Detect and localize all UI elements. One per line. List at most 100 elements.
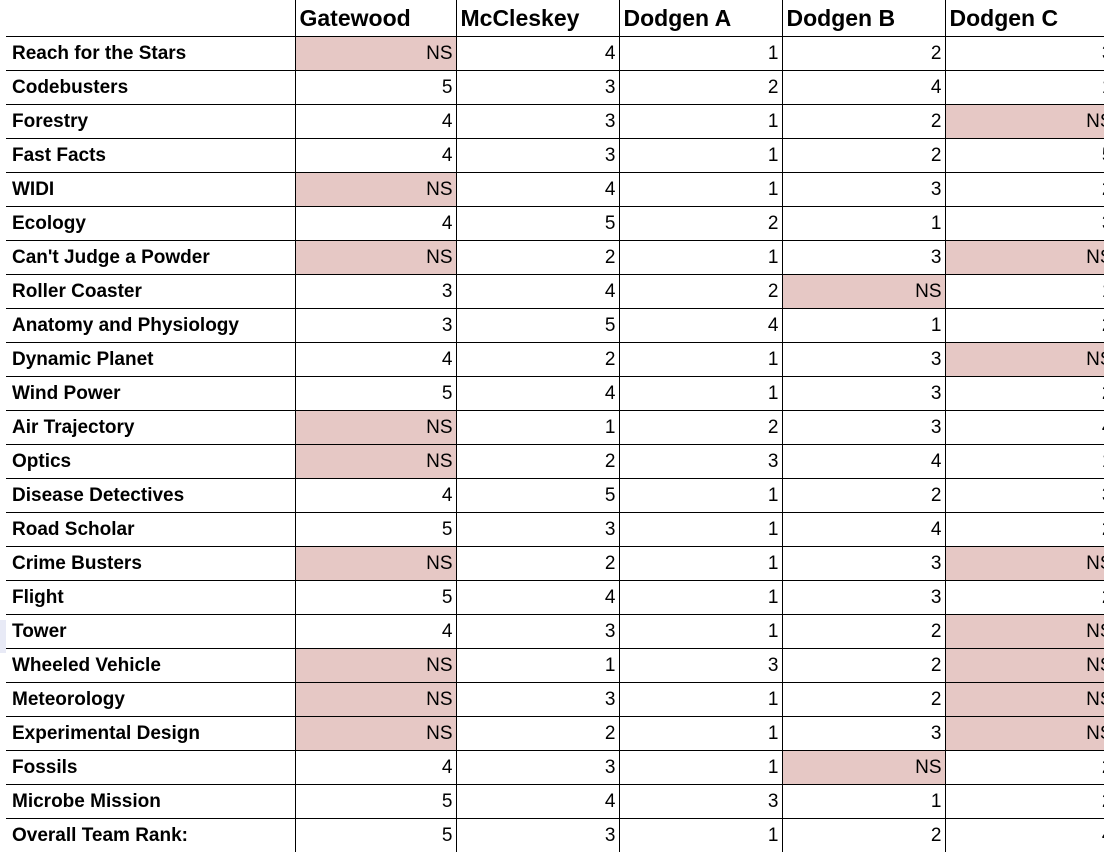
no-show-cell[interactable]: NS [294,546,457,581]
rank-cell[interactable]: 1 [618,342,783,377]
rank-cell[interactable]: 5 [294,376,457,411]
rank-cell[interactable]: 4 [455,784,620,819]
rank-cell[interactable]: 2 [944,308,1104,343]
event-name-cell[interactable]: Roller Coaster [6,274,296,309]
rank-cell[interactable]: 4 [294,478,457,513]
column-header[interactable]: Dodgen B [782,0,946,37]
rank-cell[interactable]: 4 [294,750,457,785]
rank-cell[interactable]: 3 [294,274,457,309]
rank-cell[interactable]: 5 [294,512,457,547]
rank-cell[interactable]: 3 [455,512,620,547]
rank-cell[interactable]: 4 [618,308,783,343]
no-show-cell[interactable]: NS [944,104,1104,139]
event-name-cell[interactable]: Codebusters [6,70,296,105]
rank-cell[interactable]: 2 [944,580,1104,615]
rank-cell[interactable]: 1 [618,138,783,173]
rank-cell[interactable]: 4 [455,274,620,309]
event-name-cell[interactable]: Crime Busters [6,546,296,581]
event-name-cell[interactable]: Road Scholar [6,512,296,547]
event-name-cell[interactable]: Microbe Mission [6,784,296,819]
event-name-cell[interactable]: Overall Team Rank: [6,818,296,852]
rank-cell[interactable]: 2 [455,444,620,479]
rank-cell[interactable]: 5 [294,784,457,819]
event-name-cell[interactable]: Ecology [6,206,296,241]
column-header[interactable]: Dodgen C [945,0,1104,37]
rank-cell[interactable]: 5 [455,308,620,343]
event-name-cell[interactable]: Air Trajectory [6,410,296,445]
rank-cell[interactable]: 2 [618,206,783,241]
rank-cell[interactable]: 1 [944,274,1104,309]
rank-cell[interactable]: 3 [618,648,783,683]
rank-cell[interactable]: 2 [944,172,1104,207]
rank-cell[interactable]: 1 [618,240,783,275]
rank-cell[interactable]: 2 [944,784,1104,819]
rank-cell[interactable]: 1 [618,376,783,411]
no-show-cell[interactable]: NS [294,716,457,751]
no-show-cell[interactable]: NS [294,172,457,207]
rank-cell[interactable]: 4 [781,444,946,479]
rank-cell[interactable]: 3 [455,70,620,105]
rank-cell[interactable]: 2 [781,818,946,852]
rank-cell[interactable]: 1 [618,546,783,581]
rank-cell[interactable]: 3 [944,36,1104,71]
rank-cell[interactable]: 5 [294,580,457,615]
rank-cell[interactable]: 5 [294,70,457,105]
no-show-cell[interactable]: NS [781,750,946,785]
event-name-cell[interactable]: Flight [6,580,296,615]
event-name-cell[interactable]: Forestry [6,104,296,139]
event-name-cell[interactable]: Tower [6,614,296,649]
no-show-cell[interactable]: NS [944,682,1104,717]
rank-cell[interactable]: 2 [455,342,620,377]
event-name-cell[interactable]: Anatomy and Physiology [6,308,296,343]
rank-cell[interactable]: 2 [944,750,1104,785]
rank-cell[interactable]: 4 [455,580,620,615]
no-show-cell[interactable]: NS [294,36,457,71]
rank-cell[interactable]: 2 [781,682,946,717]
rank-cell[interactable]: 4 [781,512,946,547]
column-header[interactable]: McCleskey [456,0,620,37]
no-show-cell[interactable]: NS [944,240,1104,275]
rank-cell[interactable]: 3 [944,206,1104,241]
event-name-cell[interactable]: Optics [6,444,296,479]
rank-cell[interactable]: 1 [781,308,946,343]
no-show-cell[interactable]: NS [944,342,1104,377]
rank-cell[interactable]: 5 [455,478,620,513]
rank-cell[interactable]: 1 [618,818,783,852]
rank-cell[interactable]: 1 [618,172,783,207]
rank-cell[interactable]: 4 [294,138,457,173]
rank-cell[interactable]: 3 [455,104,620,139]
rank-cell[interactable]: 1 [618,478,783,513]
rank-cell[interactable]: 1 [781,784,946,819]
no-show-cell[interactable]: NS [944,648,1104,683]
event-name-cell[interactable]: Wheeled Vehicle [6,648,296,683]
event-name-cell[interactable]: Fast Facts [6,138,296,173]
rank-cell[interactable]: 3 [294,308,457,343]
rank-cell[interactable]: 4 [781,70,946,105]
rank-cell[interactable]: 1 [618,36,783,71]
rank-cell[interactable]: 1 [618,716,783,751]
rank-cell[interactable]: 3 [781,580,946,615]
no-show-cell[interactable]: NS [781,274,946,309]
event-name-cell[interactable]: Meteorology [6,682,296,717]
event-name-cell[interactable]: WIDI [6,172,296,207]
rank-cell[interactable]: 1 [618,682,783,717]
column-header[interactable]: Gatewood [295,0,457,37]
rank-cell[interactable]: 1 [618,614,783,649]
rank-cell[interactable]: 5 [944,138,1104,173]
event-name-cell[interactable]: Can't Judge a Powder [6,240,296,275]
rank-cell[interactable]: 4 [294,342,457,377]
no-show-cell[interactable]: NS [294,410,457,445]
rank-cell[interactable]: 3 [455,818,620,852]
rank-cell[interactable]: 1 [618,750,783,785]
rank-cell[interactable]: 4 [455,36,620,71]
rank-cell[interactable]: 1 [618,580,783,615]
rank-cell[interactable]: 1 [455,648,620,683]
rank-cell[interactable]: 2 [781,478,946,513]
rank-cell[interactable]: 4 [944,818,1104,852]
event-name-cell[interactable]: Reach for the Stars [6,36,296,71]
rank-cell[interactable]: 2 [944,512,1104,547]
no-show-cell[interactable]: NS [294,682,457,717]
rank-cell[interactable]: 2 [618,274,783,309]
event-name-cell[interactable]: Fossils [6,750,296,785]
rank-cell[interactable]: 2 [455,716,620,751]
